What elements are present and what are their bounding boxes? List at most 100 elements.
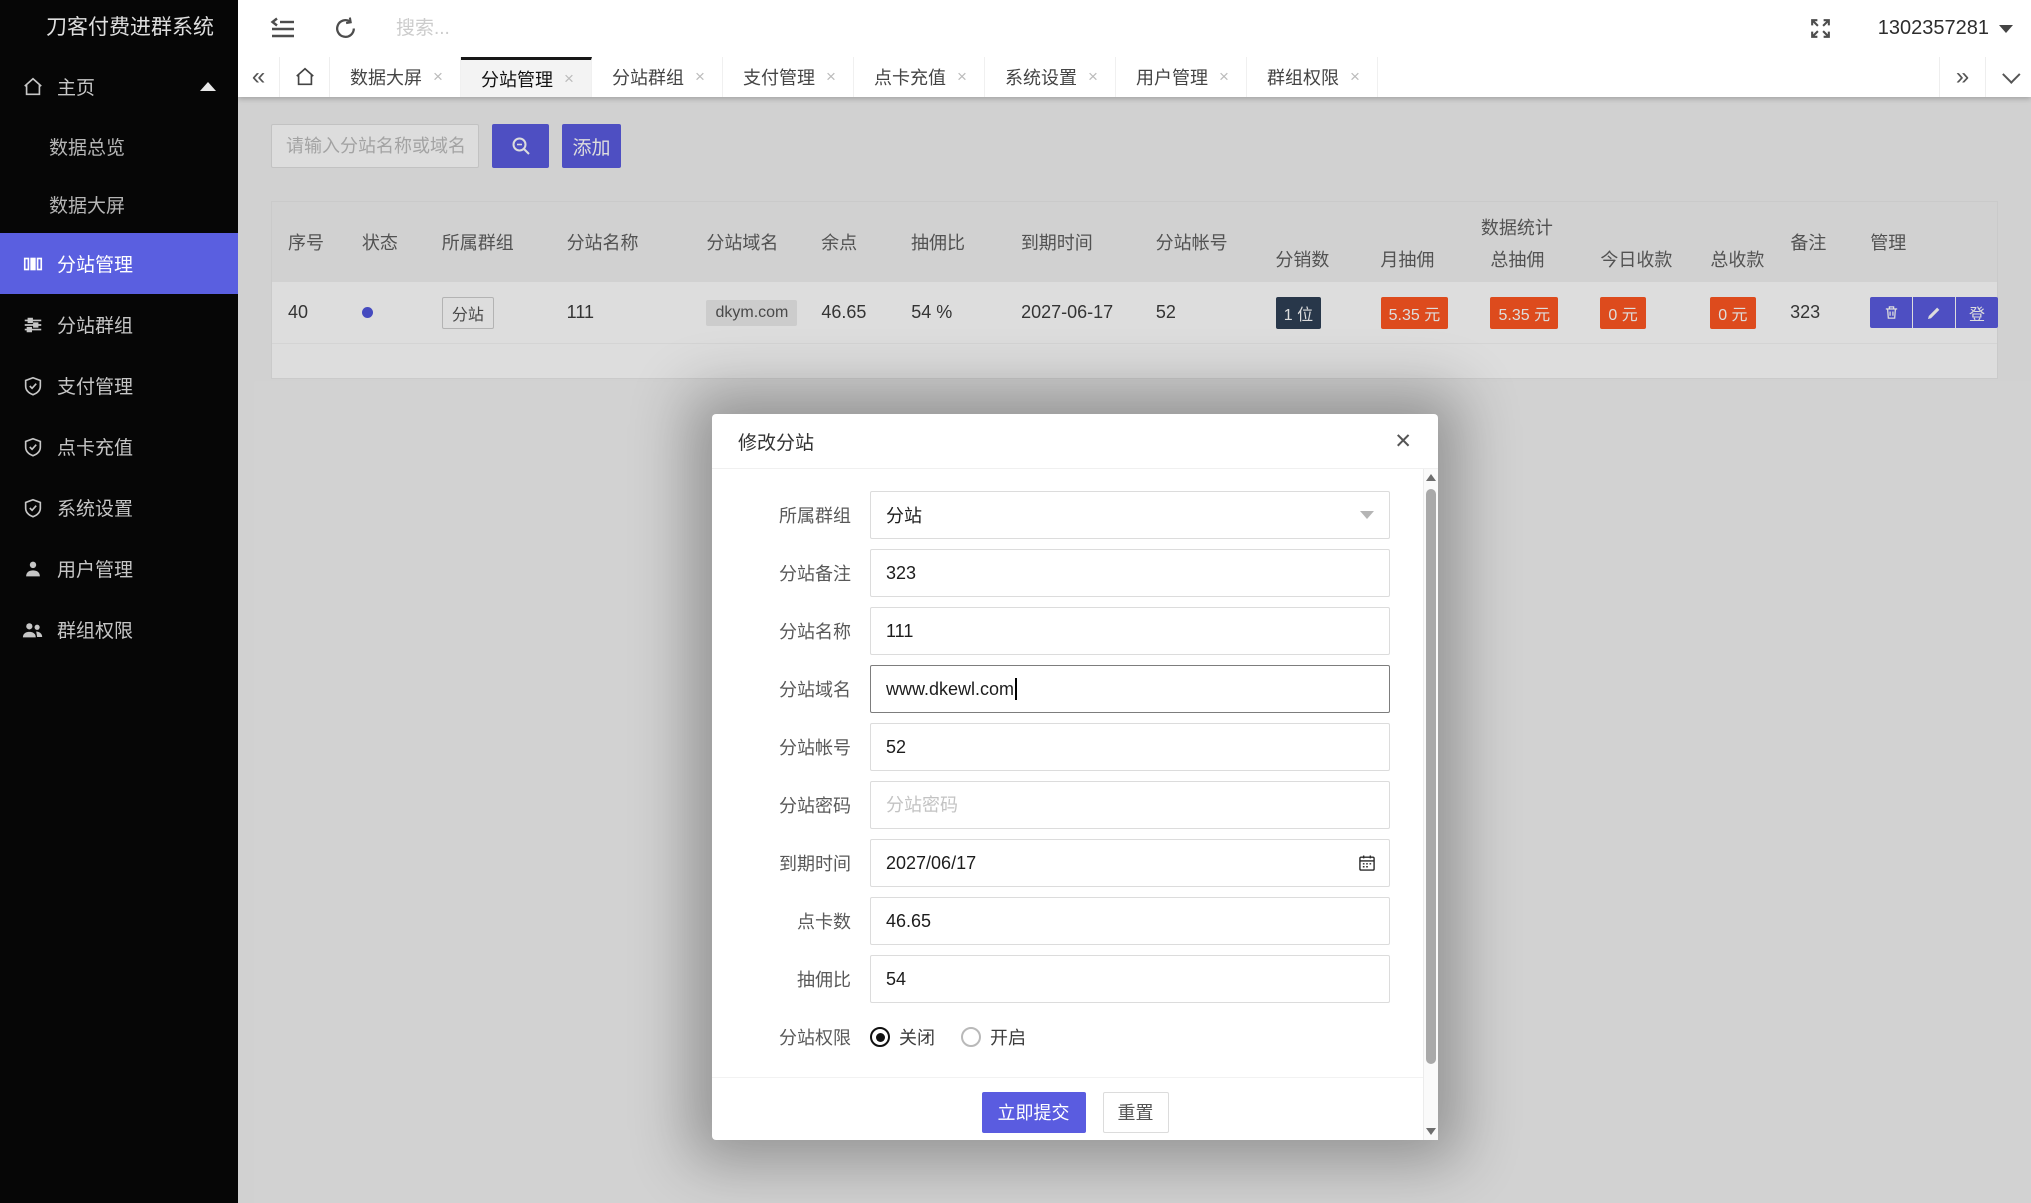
- user-menu[interactable]: 1302357281: [1878, 17, 2013, 40]
- global-search-input[interactable]: [396, 17, 816, 40]
- form-row-group: 所属群组 分站: [712, 491, 1438, 539]
- sidebar-item-card-recharge[interactable]: 点卡充值: [0, 416, 238, 477]
- sidebar-item-system-settings[interactable]: 系统设置: [0, 477, 238, 538]
- triangle-up-icon: [1426, 474, 1436, 481]
- close-tab-icon[interactable]: ×: [823, 67, 839, 87]
- tabbar-spacer: [1378, 57, 1939, 97]
- form-row-points: 点卡数: [712, 897, 1438, 945]
- user-id: 1302357281: [1877, 17, 1989, 39]
- radio-unselected-icon: [961, 1027, 981, 1047]
- radio-permission-on[interactable]: 开启: [961, 1024, 1026, 1050]
- modal-scrollbar[interactable]: [1423, 469, 1438, 1140]
- tab-group-permission[interactable]: 群组权限 ×: [1247, 57, 1378, 97]
- submit-button[interactable]: 立即提交: [981, 1091, 1086, 1133]
- home-icon: [20, 74, 46, 100]
- modal-form: 所属群组 分站 分站备注 分站名称 分站域名 www.dkewl.com: [712, 469, 1438, 1140]
- scrollbar-thumb[interactable]: [1426, 489, 1436, 1064]
- close-icon[interactable]: ✕: [1394, 431, 1412, 452]
- modal-body: 所属群组 分站 分站备注 分站名称 分站域名 www.dkewl.com: [712, 469, 1438, 1140]
- sidebar-item-label: 点卡充值: [57, 438, 134, 459]
- form-row-rate: 抽佣比: [712, 955, 1438, 1003]
- close-tab-icon[interactable]: ×: [1347, 67, 1363, 87]
- tab-substation-manage[interactable]: 分站管理 ×: [461, 57, 592, 97]
- points-field[interactable]: [886, 910, 1374, 932]
- modal-footer: 立即提交 重置: [712, 1078, 1438, 1140]
- tab-system-settings[interactable]: 系统设置 ×: [985, 57, 1116, 97]
- modal-title: 修改分站: [738, 432, 815, 454]
- close-tab-icon[interactable]: ×: [692, 67, 708, 87]
- form-row-domain: 分站域名 www.dkewl.com: [712, 665, 1438, 713]
- sidebar-item-group-permission[interactable]: 群组权限: [0, 599, 238, 660]
- tab-label: 支付管理: [743, 68, 815, 88]
- fullscreen-icon[interactable]: [1806, 14, 1836, 44]
- close-tab-icon[interactable]: ×: [1216, 67, 1232, 87]
- expire-date-input[interactable]: [886, 852, 1374, 874]
- scroll-up-button[interactable]: [1426, 469, 1436, 486]
- expire-date-field[interactable]: [870, 839, 1390, 887]
- tabs-scroll-left-button[interactable]: «: [238, 57, 280, 97]
- sidebar-item-label: 主页: [57, 78, 96, 99]
- reset-button[interactable]: 重置: [1102, 1091, 1169, 1133]
- scroll-down-button[interactable]: [1426, 1123, 1436, 1140]
- account-field[interactable]: [886, 736, 1374, 758]
- group-select[interactable]: 分站: [870, 491, 1390, 539]
- sidebar-item-data-screen[interactable]: 数据大屏: [0, 175, 238, 233]
- sidebar-item-data-overview[interactable]: 数据总览: [0, 117, 238, 175]
- sidebar-item-label: 分站管理: [57, 255, 134, 276]
- tab-substation-group[interactable]: 分站群组 ×: [592, 57, 723, 97]
- field-label: 分站备注: [779, 564, 851, 584]
- field-label: 分站域名: [779, 680, 851, 700]
- tab-data-screen[interactable]: 数据大屏 ×: [330, 57, 461, 97]
- columns-icon: [20, 251, 46, 277]
- calendar-icon[interactable]: [1357, 853, 1377, 873]
- user-icon: [20, 556, 46, 582]
- radio-label: 开启: [990, 1028, 1026, 1048]
- field-label: 分站密码: [779, 796, 851, 816]
- remark-field[interactable]: [886, 562, 1374, 584]
- tab-home[interactable]: [280, 57, 330, 97]
- form-row-permission: 分站权限 关闭 开启: [712, 1013, 1438, 1061]
- field-label: 分站权限: [779, 1028, 851, 1048]
- tabs-scroll-right-button[interactable]: »: [1939, 57, 1985, 97]
- sidebar-item-label: 系统设置: [57, 499, 134, 520]
- close-tab-icon[interactable]: ×: [1085, 67, 1101, 87]
- tabs-menu-button[interactable]: [1985, 57, 2031, 97]
- collapse-menu-icon[interactable]: [268, 14, 298, 44]
- tab-label: 分站管理: [481, 69, 553, 90]
- topbar: 1302357281: [238, 0, 2031, 57]
- password-field[interactable]: [886, 794, 1374, 816]
- tab-label: 系统设置: [1005, 68, 1077, 88]
- form-row-name: 分站名称: [712, 607, 1438, 655]
- sidebar-item-user-manage[interactable]: 用户管理: [0, 538, 238, 599]
- sidebar-item-payment-manage[interactable]: 支付管理: [0, 355, 238, 416]
- field-label: 点卡数: [797, 912, 851, 932]
- sliders-icon: [20, 312, 46, 338]
- tabbar: « 数据大屏 × 分站管理 × 分站群组 × 支付管理 × 点卡充值 × 系统设…: [238, 57, 2031, 97]
- sidebar-item-substation-manage[interactable]: 分站管理: [0, 233, 238, 294]
- group-select-value: 分站: [886, 506, 922, 526]
- form-row-remark: 分站备注: [712, 549, 1438, 597]
- tab-user-manage[interactable]: 用户管理 ×: [1116, 57, 1247, 97]
- sidebar-item-label: 用户管理: [57, 560, 134, 581]
- domain-field[interactable]: www.dkewl.com: [870, 665, 1390, 713]
- sidebar-item-label: 数据大屏: [49, 195, 126, 217]
- field-label: 到期时间: [779, 854, 851, 874]
- sidebar-item-label: 分站群组: [57, 316, 134, 337]
- tab-payment-manage[interactable]: 支付管理 ×: [723, 57, 854, 97]
- refresh-icon[interactable]: [330, 14, 360, 44]
- scrollbar-track[interactable]: [1424, 486, 1438, 1123]
- sidebar-item-home[interactable]: 主页: [0, 56, 238, 117]
- close-tab-icon[interactable]: ×: [430, 67, 446, 87]
- radio-permission-off[interactable]: 关闭: [870, 1024, 935, 1050]
- sidebar-item-label: 群组权限: [57, 621, 134, 642]
- modal-header: 修改分站 ✕: [712, 414, 1438, 469]
- sidebar-item-substation-group[interactable]: 分站群组: [0, 294, 238, 355]
- chevron-down-icon: [2002, 64, 2021, 84]
- close-tab-icon[interactable]: ×: [954, 67, 970, 87]
- app-title: 刀客付费进群系统: [46, 16, 214, 39]
- close-tab-icon[interactable]: ×: [561, 69, 577, 89]
- name-field[interactable]: [886, 620, 1374, 642]
- home-icon: [295, 67, 314, 86]
- rate-field[interactable]: [886, 968, 1374, 990]
- tab-card-recharge[interactable]: 点卡充值 ×: [854, 57, 985, 97]
